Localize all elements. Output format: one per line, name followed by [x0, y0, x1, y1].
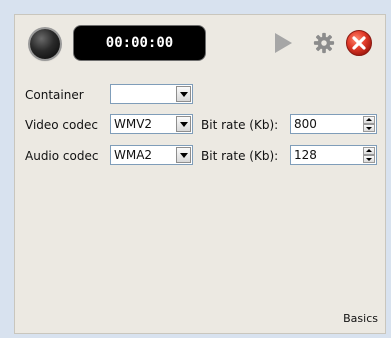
audio-bitrate-field[interactable]: 128: [290, 145, 377, 165]
close-icon[interactable]: [345, 29, 373, 57]
video-bitrate-label: Bit rate (Kb):: [201, 118, 279, 132]
tab-basics[interactable]: Basics: [343, 312, 378, 325]
chevron-down-icon[interactable]: [176, 86, 191, 102]
play-icon[interactable]: [275, 33, 292, 53]
audio-codec-select[interactable]: WMA2: [110, 145, 193, 165]
chevron-down-icon[interactable]: [176, 147, 191, 163]
video-codec-label: Video codec: [25, 118, 98, 132]
spin-up-icon[interactable]: [363, 116, 375, 124]
audio-codec-label: Audio codec: [25, 149, 99, 163]
spin-up-icon[interactable]: [363, 147, 375, 155]
container-select[interactable]: [110, 84, 193, 104]
chevron-down-icon[interactable]: [176, 116, 191, 132]
video-codec-value: WMV2: [114, 117, 153, 131]
spin-down-icon[interactable]: [363, 124, 375, 132]
audio-codec-value: WMA2: [114, 148, 153, 162]
video-bitrate-value[interactable]: 800: [294, 117, 317, 131]
video-bitrate-spinner: [363, 116, 375, 132]
recorder-window: 00:00:00 Container Video codec WMV2 Bit …: [14, 14, 386, 334]
record-button[interactable]: [30, 29, 60, 59]
spin-down-icon[interactable]: [363, 155, 375, 163]
audio-bitrate-spinner: [363, 147, 375, 163]
container-label: Container: [25, 88, 84, 102]
timer-display: 00:00:00: [74, 26, 205, 60]
audio-bitrate-label: Bit rate (Kb):: [201, 149, 279, 163]
video-codec-select[interactable]: WMV2: [110, 114, 193, 134]
gear-icon[interactable]: [313, 32, 335, 54]
audio-bitrate-value[interactable]: 128: [294, 148, 317, 162]
video-bitrate-field[interactable]: 800: [290, 114, 377, 134]
